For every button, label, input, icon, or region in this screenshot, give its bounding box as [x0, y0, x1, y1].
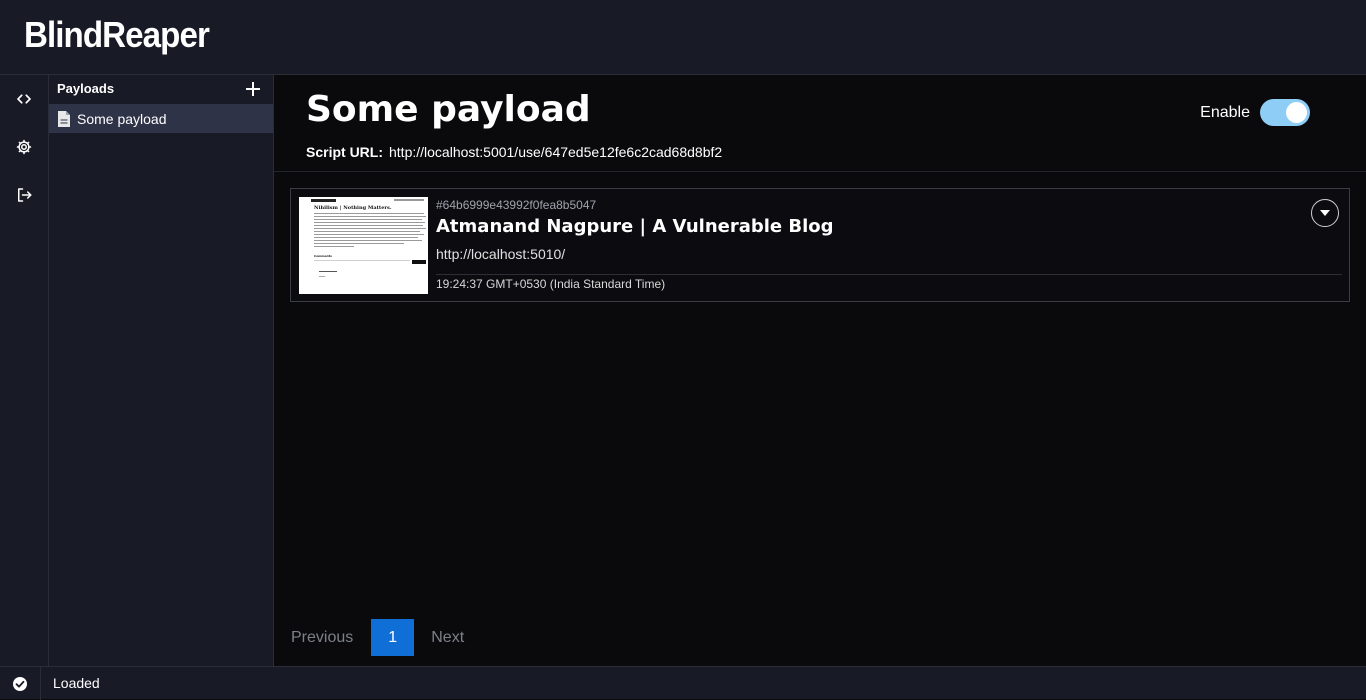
add-payload-button[interactable] — [243, 79, 263, 99]
page-screenshot-thumbnail[interactable]: Nihilism | Nothing Matters. Comments — [299, 197, 428, 294]
sidebar-item-label: Some payload — [77, 110, 167, 127]
status-text: Loaded — [53, 675, 100, 691]
page-1-button[interactable]: 1 — [371, 619, 415, 656]
previous-page-button[interactable]: Previous — [291, 629, 353, 647]
gear-icon[interactable] — [9, 132, 39, 162]
toggle-knob — [1286, 102, 1307, 123]
logout-icon[interactable] — [9, 180, 39, 210]
caret-down-icon — [1320, 210, 1330, 216]
main-panel: Some payload Script URL: http://localhost… — [274, 75, 1366, 666]
result-title: Atmanand Nagpure | A Vulnerable Blog — [436, 216, 834, 237]
next-page-button[interactable]: Next — [431, 629, 464, 647]
card-divider — [436, 274, 1342, 275]
expand-result-button[interactable] — [1311, 199, 1339, 227]
sidebar-title: Payloads — [57, 81, 115, 96]
status-bar: Loaded — [0, 666, 1366, 700]
icon-rail — [0, 75, 49, 666]
result-timestamp: 19:24:37 GMT+0530 (India Standard Time) — [436, 277, 666, 291]
thumbnail-subheading: Comments — [314, 254, 332, 258]
status-icon-cell — [0, 667, 41, 700]
enable-control: Enable — [1200, 99, 1310, 126]
enable-toggle[interactable] — [1260, 99, 1310, 126]
code-icon[interactable] — [9, 84, 39, 114]
thumbnail-heading: Nihilism | Nothing Matters. — [314, 205, 392, 211]
result-id: #64b6999e43992f0fea8b5047 — [436, 198, 597, 212]
plus-icon — [246, 82, 260, 96]
result-card[interactable]: Nihilism | Nothing Matters. Comments #64… — [290, 188, 1350, 302]
top-header: BlindReaper — [0, 0, 1366, 75]
script-url-label: Script URL: — [306, 144, 383, 160]
sidebar-item-some-payload[interactable]: Some payload — [49, 104, 273, 133]
pagination: Previous 1 Next — [291, 619, 464, 656]
check-circle-icon — [13, 676, 27, 691]
page-title: Some payload — [306, 89, 591, 130]
result-url[interactable]: http://localhost:5010/ — [436, 246, 565, 262]
script-url-row: Script URL: http://localhost:5001/use/647… — [306, 144, 722, 160]
brand-logo: BlindReaper — [24, 14, 210, 55]
document-icon — [58, 110, 70, 127]
payload-header: Some payload Script URL: http://localhost… — [274, 75, 1366, 172]
enable-label: Enable — [1200, 103, 1250, 121]
payloads-sidebar: Payloads Some payload — [49, 75, 274, 666]
script-url-value[interactable]: http://localhost:5001/use/647ed5e12fe6c2… — [389, 144, 722, 160]
